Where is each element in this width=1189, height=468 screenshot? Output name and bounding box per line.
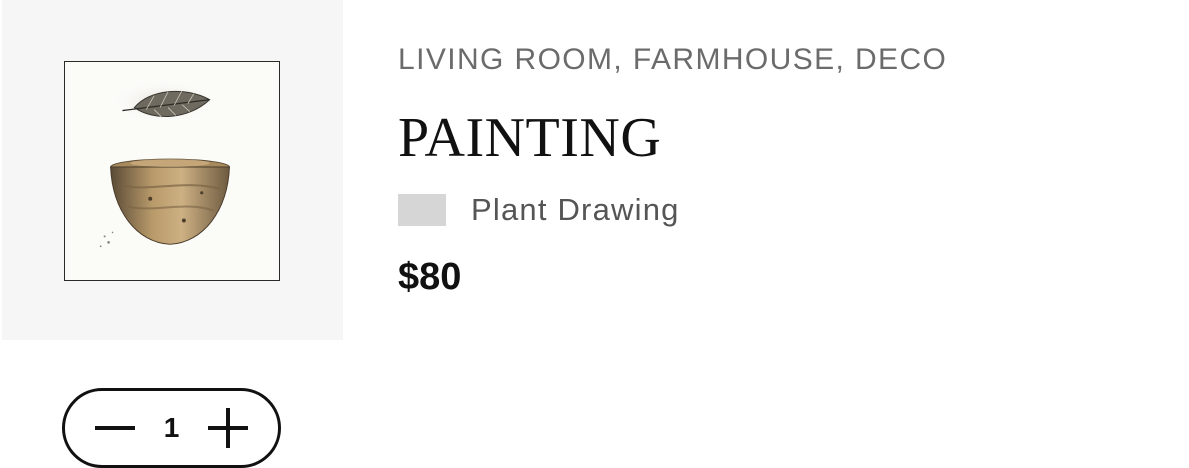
variant-label: Plant Drawing bbox=[471, 192, 680, 227]
product-price: $80 bbox=[398, 256, 462, 298]
painting-artwork bbox=[65, 62, 279, 280]
product-thumbnail-panel bbox=[2, 0, 343, 340]
increment-button[interactable] bbox=[208, 408, 248, 448]
plus-icon bbox=[208, 408, 248, 448]
product-details: LIVING ROOM, FARMHOUSE, DECO PAINTING Pl… bbox=[398, 40, 1158, 302]
decrement-button[interactable] bbox=[95, 408, 135, 448]
product-title[interactable]: PAINTING bbox=[398, 106, 1158, 170]
quantity-stepper: 1 bbox=[62, 388, 281, 468]
product-categories[interactable]: LIVING ROOM, FARMHOUSE, DECO bbox=[398, 40, 1158, 80]
quantity-value[interactable]: 1 bbox=[162, 412, 182, 444]
product-image[interactable] bbox=[64, 61, 280, 281]
product-variant: Plant Drawing bbox=[398, 190, 1158, 230]
variant-swatch bbox=[398, 194, 446, 226]
minus-icon bbox=[95, 426, 135, 430]
